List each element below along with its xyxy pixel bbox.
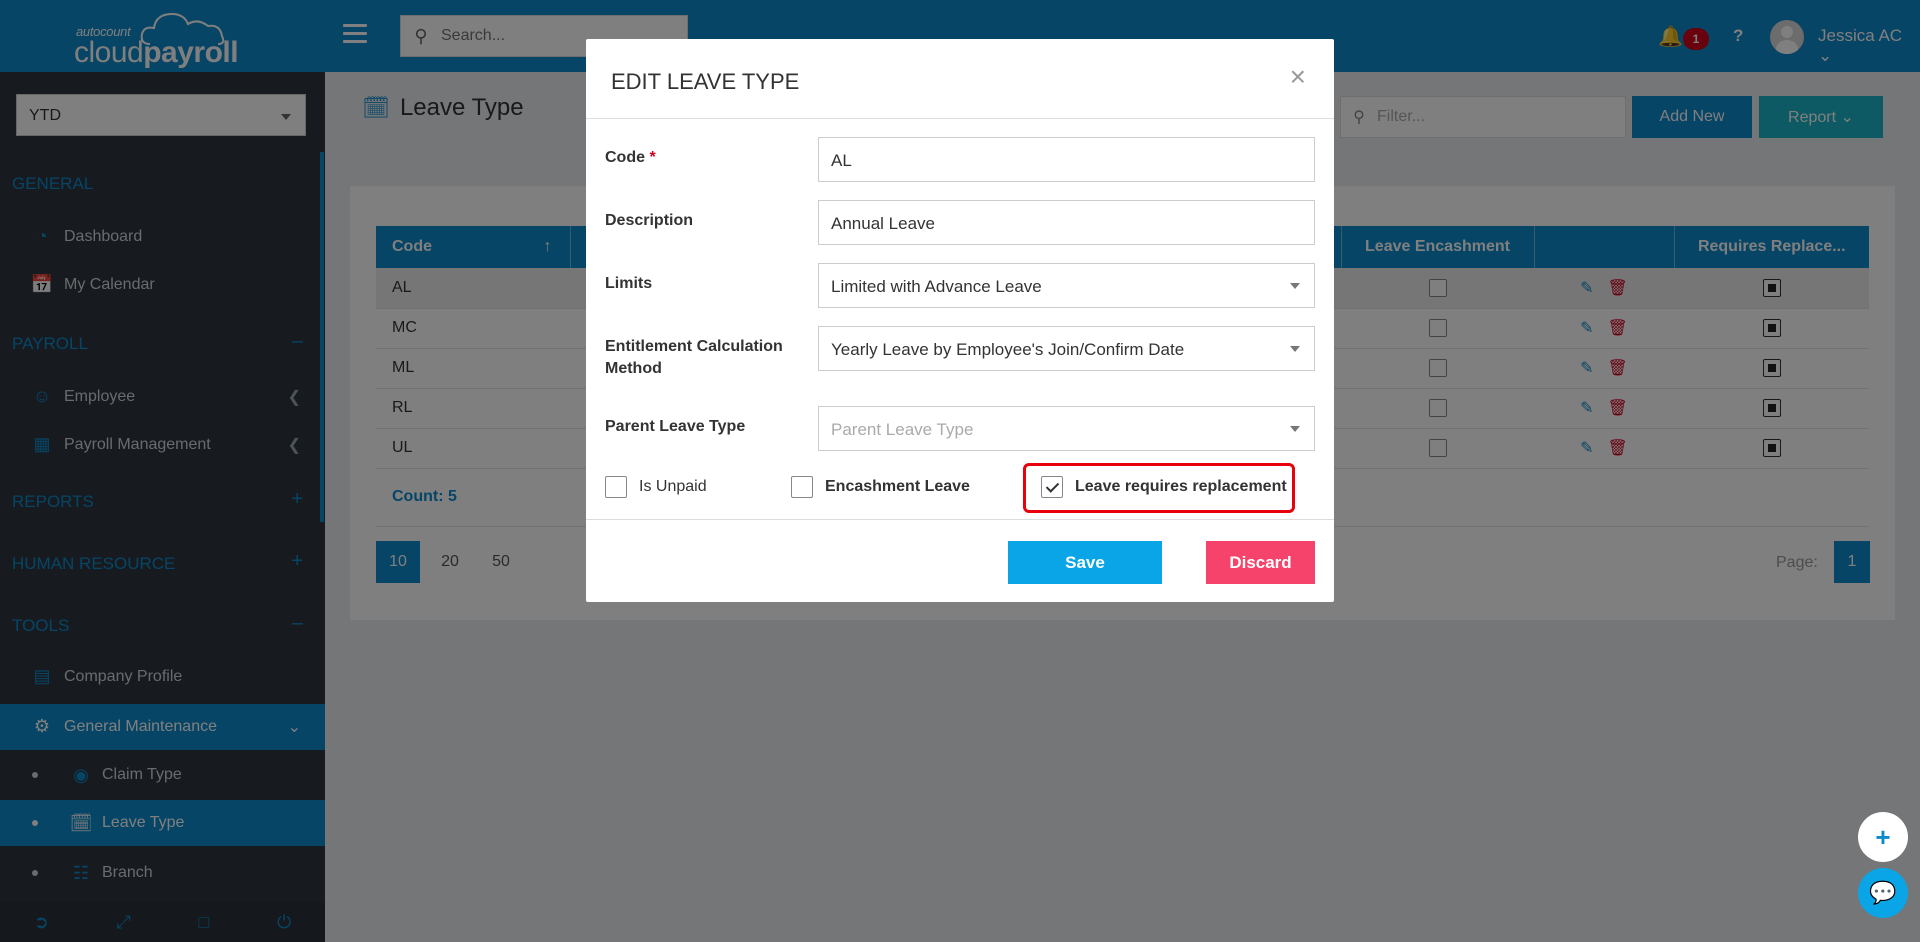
chat-icon[interactable]: 💬 [1858,868,1908,918]
highlight-box [1023,463,1295,513]
close-icon[interactable]: × [1290,61,1306,93]
entitlement-label: Entitlement Calculation Method [605,338,783,377]
dialog-footer-divider [586,519,1334,520]
is-unpaid-checkbox[interactable]: Is Unpaid [605,476,707,498]
checkbox-box[interactable] [605,476,627,498]
code-label: Code * [605,149,656,166]
dialog-header: EDIT LEAVE TYPE × [586,39,1334,119]
limits-label: Limits [605,275,653,292]
save-button[interactable]: Save [1008,541,1162,584]
parent-leave-type-select[interactable]: Parent Leave Type [818,406,1315,451]
chevron-down-icon [1290,426,1300,432]
dialog-title: EDIT LEAVE TYPE [611,69,800,94]
description-field[interactable]: Annual Leave [818,200,1315,245]
entitlement-select[interactable]: Yearly Leave by Employee's Join/Confirm … [818,326,1315,371]
checkbox-box[interactable] [791,476,813,498]
code-field[interactable]: AL [818,137,1315,182]
parent-label: Parent Leave Type [605,418,746,435]
add-fab-icon[interactable]: + [1858,812,1908,862]
chevron-down-icon [1290,346,1300,352]
description-label: Description [605,212,694,229]
encashment-leave-checkbox[interactable]: Encashment Leave [791,476,970,498]
chevron-down-icon [1290,283,1300,289]
edit-leave-type-dialog: EDIT LEAVE TYPE × Code * AL Description … [586,39,1334,602]
limits-select[interactable]: Limited with Advance Leave [818,263,1315,308]
discard-button[interactable]: Discard [1206,541,1315,584]
